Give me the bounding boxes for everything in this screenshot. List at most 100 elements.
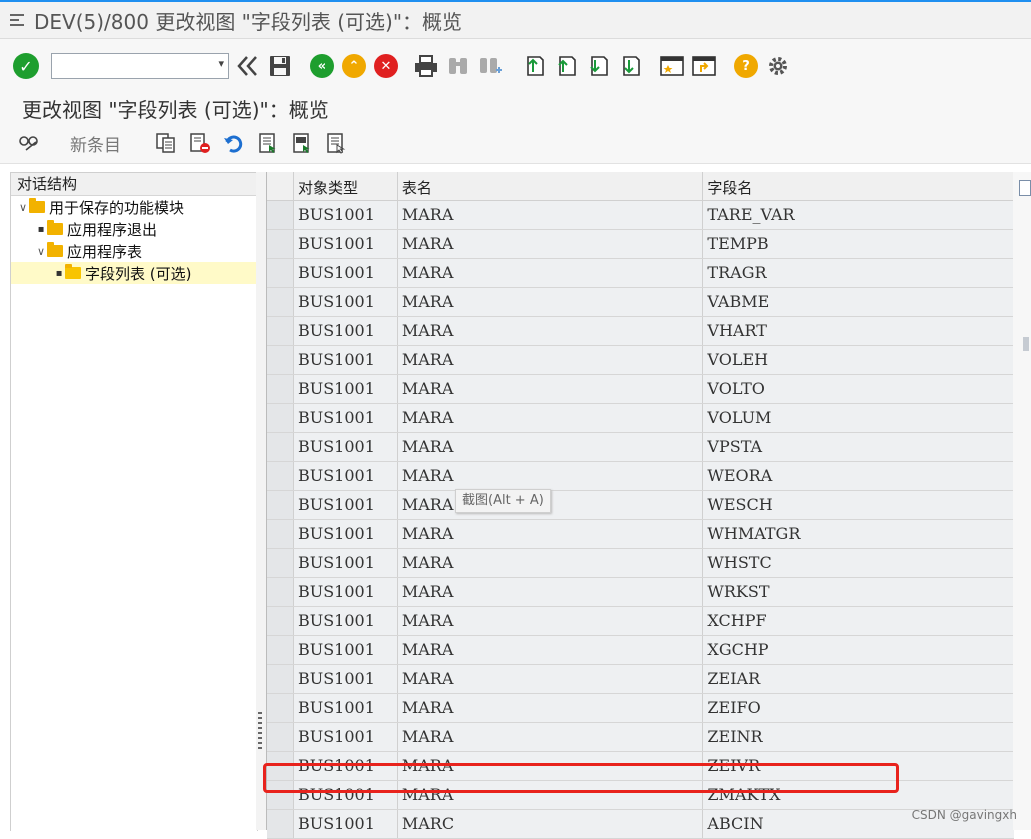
table-row[interactable]: BUS1001 MARA WHSTC bbox=[267, 549, 1014, 578]
cell-object-type[interactable]: BUS1001 bbox=[294, 259, 398, 287]
cell-field-name[interactable]: TRAGR bbox=[703, 259, 1014, 287]
table-row[interactable]: BUS1001 MARA ZMAKTX bbox=[267, 781, 1014, 810]
row-selector[interactable] bbox=[267, 665, 294, 693]
cell-table-name[interactable]: MARA bbox=[398, 752, 704, 780]
cell-object-type[interactable]: BUS1001 bbox=[294, 752, 398, 780]
find-icon[interactable] bbox=[445, 53, 471, 79]
cell-table-name[interactable]: MARA bbox=[398, 578, 704, 606]
table-row[interactable]: BUS1001 MARA VHART bbox=[267, 317, 1014, 346]
cell-object-type[interactable]: BUS1001 bbox=[294, 346, 398, 374]
table-row[interactable]: BUS1001 MARA WRKST bbox=[267, 578, 1014, 607]
row-selector[interactable] bbox=[267, 346, 294, 374]
table-row[interactable]: BUS1001 MARA VOLEH bbox=[267, 346, 1014, 375]
copy-icon[interactable] bbox=[155, 132, 177, 154]
cell-object-type[interactable]: BUS1001 bbox=[294, 810, 398, 838]
cell-field-name[interactable]: ZEIVR bbox=[703, 752, 1014, 780]
row-selector[interactable] bbox=[267, 201, 294, 229]
cell-field-name[interactable]: ZEIFO bbox=[703, 694, 1014, 722]
cancel-icon[interactable]: ✕ bbox=[373, 53, 399, 79]
create-session-icon[interactable] bbox=[659, 53, 685, 79]
table-row[interactable]: BUS1001 MARA XCHPF bbox=[267, 607, 1014, 636]
cell-field-name[interactable]: VABME bbox=[703, 288, 1014, 316]
cell-field-name[interactable]: XGCHP bbox=[703, 636, 1014, 664]
cell-field-name[interactable]: ZEIAR bbox=[703, 665, 1014, 693]
cell-table-name[interactable]: MARA bbox=[398, 665, 704, 693]
row-selector[interactable] bbox=[267, 259, 294, 287]
cell-object-type[interactable]: BUS1001 bbox=[294, 636, 398, 664]
cell-table-name[interactable]: MARA bbox=[398, 520, 704, 548]
command-dropdown-icon[interactable]: ▾ bbox=[218, 57, 224, 70]
cell-field-name[interactable]: ZMAKTX bbox=[703, 781, 1014, 809]
select-block-icon[interactable] bbox=[291, 132, 313, 154]
table-row[interactable]: BUS1001 MARA WESCH bbox=[267, 491, 1014, 520]
cell-object-type[interactable]: BUS1001 bbox=[294, 520, 398, 548]
find-next-icon[interactable] bbox=[477, 53, 503, 79]
table-row[interactable]: BUS1001 MARA XGCHP bbox=[267, 636, 1014, 665]
row-selector[interactable] bbox=[267, 404, 294, 432]
cell-field-name[interactable]: WEORA bbox=[703, 462, 1014, 490]
table-row[interactable]: BUS1001 MARA ZEINR bbox=[267, 723, 1014, 752]
table-row[interactable]: BUS1001 MARA ZEIAR bbox=[267, 665, 1014, 694]
cell-table-name[interactable]: MARA bbox=[398, 607, 704, 635]
cell-table-name[interactable]: MARA bbox=[398, 317, 704, 345]
row-selector[interactable] bbox=[267, 520, 294, 548]
cell-field-name[interactable]: VOLTO bbox=[703, 375, 1014, 403]
cell-field-name[interactable]: WRKST bbox=[703, 578, 1014, 606]
cell-field-name[interactable]: VHART bbox=[703, 317, 1014, 345]
cell-table-name[interactable]: MARA bbox=[398, 781, 704, 809]
cell-field-name[interactable]: VOLEH bbox=[703, 346, 1014, 374]
cell-object-type[interactable]: BUS1001 bbox=[294, 433, 398, 461]
row-selector[interactable] bbox=[267, 781, 294, 809]
table-row[interactable]: BUS1001 MARA VABME bbox=[267, 288, 1014, 317]
cell-table-name[interactable]: MARA bbox=[398, 549, 704, 577]
table-row[interactable]: BUS1001 MARA ZEIFO bbox=[267, 694, 1014, 723]
tree-node-field-list[interactable]: ▪ 字段列表 (可选) bbox=[11, 262, 257, 284]
row-selector[interactable] bbox=[267, 549, 294, 577]
row-selector[interactable] bbox=[267, 317, 294, 345]
table-row[interactable]: BUS1001 MARA VOLUM bbox=[267, 404, 1014, 433]
cell-table-name[interactable]: MARA bbox=[398, 346, 704, 374]
cell-object-type[interactable]: BUS1001 bbox=[294, 375, 398, 403]
cell-field-name[interactable]: VPSTA bbox=[703, 433, 1014, 461]
cell-field-name[interactable]: ZEINR bbox=[703, 723, 1014, 751]
menu-icon[interactable] bbox=[10, 14, 26, 26]
cell-table-name[interactable]: MARA bbox=[398, 230, 704, 258]
cell-table-name[interactable]: MARC bbox=[398, 810, 704, 838]
next-page-icon[interactable] bbox=[585, 53, 611, 79]
row-selector[interactable] bbox=[267, 462, 294, 490]
row-selector[interactable] bbox=[267, 752, 294, 780]
cell-field-name[interactable]: TEMPB bbox=[703, 230, 1014, 258]
select-all-cell[interactable] bbox=[267, 172, 294, 200]
display-change-icon[interactable] bbox=[18, 132, 40, 154]
table-row[interactable]: BUS1001 MARA WEORA bbox=[267, 462, 1014, 491]
column-header-field-name[interactable]: 字段名 bbox=[703, 172, 1014, 200]
table-row[interactable]: BUS1001 MARC ABCIN bbox=[267, 810, 1014, 839]
exit-icon[interactable]: ⌃ bbox=[341, 53, 367, 79]
cell-field-name[interactable]: WHSTC bbox=[703, 549, 1014, 577]
cell-table-name[interactable]: MARA bbox=[398, 259, 704, 287]
back-icon[interactable]: « bbox=[309, 53, 335, 79]
cell-object-type[interactable]: BUS1001 bbox=[294, 665, 398, 693]
cell-field-name[interactable]: VOLUM bbox=[703, 404, 1014, 432]
tree-node-function-modules[interactable]: ∨ 用于保存的功能模块 bbox=[11, 196, 257, 218]
cell-object-type[interactable]: BUS1001 bbox=[294, 462, 398, 490]
cell-object-type[interactable]: BUS1001 bbox=[294, 694, 398, 722]
column-header-object-type[interactable]: 对象类型 bbox=[294, 172, 398, 200]
row-selector[interactable] bbox=[267, 433, 294, 461]
print-icon[interactable] bbox=[413, 53, 439, 79]
cell-object-type[interactable]: BUS1001 bbox=[294, 201, 398, 229]
tree-node-application-tables[interactable]: ∨ 应用程序表 bbox=[11, 240, 257, 262]
column-header-table-name[interactable]: 表名 bbox=[398, 172, 704, 200]
vertical-scrollbar[interactable] bbox=[1013, 172, 1031, 830]
chevron-down-icon[interactable]: ∨ bbox=[35, 245, 47, 258]
cell-object-type[interactable]: BUS1001 bbox=[294, 607, 398, 635]
cell-table-name[interactable]: MARA bbox=[398, 288, 704, 316]
last-page-icon[interactable] bbox=[617, 53, 643, 79]
undo-icon[interactable] bbox=[223, 132, 245, 154]
cell-table-name[interactable]: MARA bbox=[398, 404, 704, 432]
command-input[interactable] bbox=[55, 55, 209, 79]
deselect-all-icon[interactable] bbox=[325, 132, 347, 154]
row-selector[interactable] bbox=[267, 810, 294, 838]
first-page-icon[interactable] bbox=[521, 53, 547, 79]
chevron-down-icon[interactable]: ∨ bbox=[17, 201, 29, 214]
